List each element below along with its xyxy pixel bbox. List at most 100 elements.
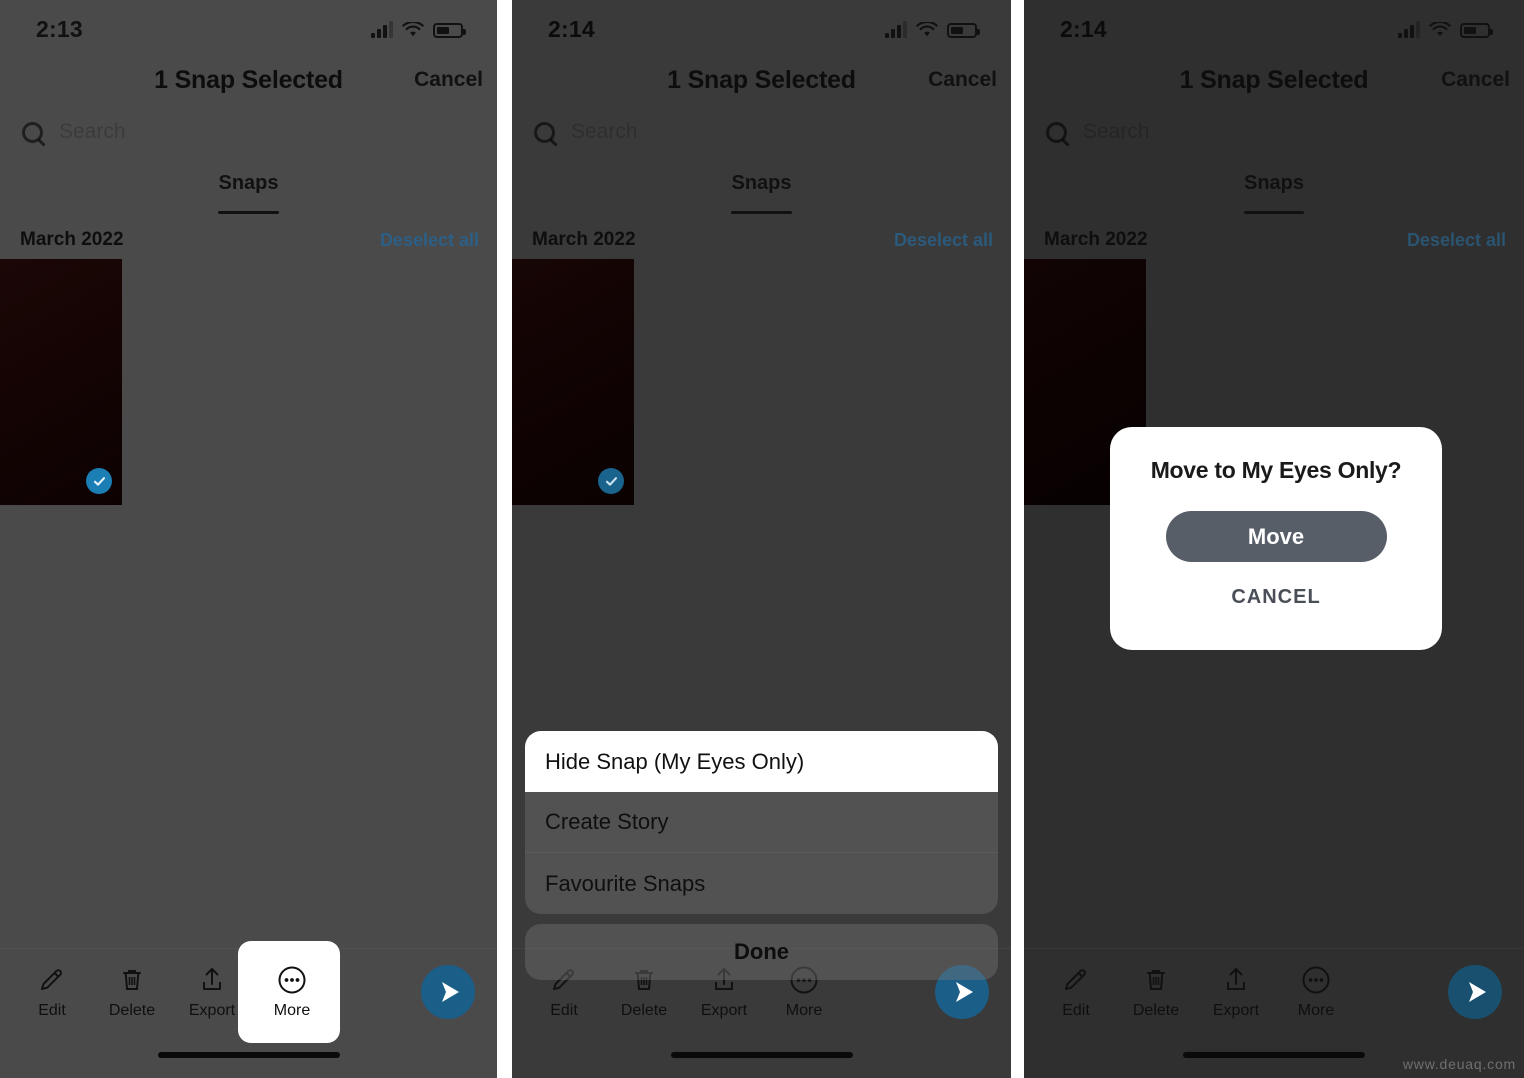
search-input[interactable]: Search [571, 120, 638, 144]
action-hide-snap[interactable]: Hide Snap (My Eyes Only) [525, 731, 998, 792]
export-label: Export [700, 1002, 748, 1019]
nav-bar: 1 Snap Selected Cancel [0, 58, 497, 102]
upload-icon [197, 963, 227, 997]
send-button[interactable] [1448, 964, 1502, 1019]
screenshot-board: 2:13 1 Snap Selected Cancel Search Snaps… [0, 0, 1524, 1078]
selected-check-icon [598, 468, 624, 494]
edit-button[interactable]: Edit [12, 963, 92, 1020]
delete-button[interactable]: Delete [1116, 963, 1196, 1020]
upload-icon [1221, 963, 1251, 997]
home-indicator [157, 1052, 340, 1058]
edit-label: Edit [550, 1002, 578, 1019]
app-screen: 2:13 1 Snap Selected Cancel Search Snaps… [0, 0, 497, 1078]
action-favourite-snaps[interactable]: Favourite Snaps [525, 853, 998, 914]
trash-icon [1141, 963, 1171, 997]
dialog-cancel-button[interactable]: CANCEL [1231, 586, 1320, 609]
search-bar[interactable]: Search [1024, 110, 1524, 154]
cellular-signal-icon [371, 20, 393, 38]
battery-icon [947, 22, 980, 38]
done-button[interactable]: Done [525, 924, 998, 980]
snap-thumbnail[interactable] [512, 259, 634, 505]
status-clock: 2:13 [36, 15, 83, 42]
site-watermark: www.deuaq.com [1402, 1056, 1516, 1072]
more-label: More [1297, 1002, 1335, 1019]
wifi-icon [402, 21, 424, 38]
status-bar: 2:13 [0, 0, 497, 58]
page-title: 1 Snap Selected [154, 65, 343, 94]
search-bar[interactable]: Search [0, 110, 497, 154]
tab-bar: Snaps [0, 172, 497, 214]
cellular-signal-icon [885, 20, 907, 38]
tab-bar: Snaps [512, 172, 1011, 214]
more-button[interactable]: More [252, 963, 332, 1020]
cellular-signal-icon [1398, 20, 1420, 38]
search-bar[interactable]: Search [512, 110, 1011, 154]
dialog-move-button[interactable]: Move [1165, 511, 1387, 562]
cancel-button[interactable]: Cancel [928, 68, 997, 92]
send-button[interactable] [421, 964, 475, 1019]
month-label: March 2022 [532, 229, 636, 250]
snap-thumbnail[interactable] [0, 259, 122, 505]
bottom-toolbar: Edit Delete Export More [0, 941, 497, 1043]
deselect-all-button[interactable]: Deselect all [894, 230, 993, 251]
snap-grid [0, 259, 497, 505]
dialog-title: Move to My Eyes Only? [1150, 457, 1402, 483]
status-bar: 2:14 [512, 0, 1011, 58]
search-icon [22, 121, 43, 143]
wifi-icon [916, 21, 938, 38]
send-arrow-icon [1468, 981, 1486, 1002]
tab-snaps[interactable]: Snaps [218, 172, 279, 214]
pencil-icon [1061, 963, 1091, 997]
page-title: 1 Snap Selected [1179, 65, 1369, 94]
panel-gap-1 [497, 0, 512, 1078]
nav-bar: 1 Snap Selected Cancel [1024, 58, 1524, 102]
cancel-button[interactable]: Cancel [1441, 68, 1510, 92]
selected-check-icon [86, 468, 112, 494]
status-clock: 2:14 [1060, 15, 1107, 42]
status-icons [1398, 20, 1493, 38]
delete-button[interactable]: Delete [92, 963, 172, 1020]
edit-button[interactable]: Edit [1036, 963, 1116, 1020]
search-input[interactable]: Search [1083, 120, 1150, 144]
page-title: 1 Snap Selected [667, 65, 856, 94]
delete-label: Delete [108, 1002, 156, 1019]
export-button[interactable]: Export [172, 963, 252, 1020]
delete-label: Delete [620, 1002, 668, 1019]
month-header: March 2022 Deselect all [0, 226, 497, 254]
search-input[interactable]: Search [59, 120, 126, 144]
status-icons [371, 20, 466, 38]
action-sheet-list: Hide Snap (My Eyes Only) Create Story Fa… [525, 731, 998, 914]
deselect-all-button[interactable]: Deselect all [1407, 230, 1506, 251]
month-label: March 2022 [20, 229, 124, 250]
trash-icon [117, 963, 147, 997]
more-button[interactable]: More [1276, 963, 1356, 1020]
phone-panel-action-sheet: 2:14 1 Snap Selected Cancel Search Snaps… [512, 0, 1011, 1078]
status-bar: 2:14 [1024, 0, 1524, 58]
confirm-dialog: Move to My Eyes Only? Move CANCEL [1110, 427, 1442, 650]
more-label: More [273, 1002, 311, 1019]
action-create-story[interactable]: Create Story [525, 792, 998, 853]
export-button[interactable]: Export [1196, 963, 1276, 1020]
action-sheet: Hide Snap (My Eyes Only) Create Story Fa… [525, 731, 998, 980]
battery-icon [433, 22, 466, 38]
tab-snaps[interactable]: Snaps [1243, 172, 1305, 214]
more-label: More [785, 1002, 823, 1019]
status-icons [885, 20, 980, 38]
app-screen: 2:14 1 Snap Selected Cancel Search Snaps… [512, 0, 1011, 1078]
search-icon [1046, 121, 1067, 143]
deselect-all-button[interactable]: Deselect all [380, 230, 479, 251]
export-label: Export [188, 1002, 236, 1019]
month-label: March 2022 [1044, 229, 1148, 250]
tab-bar: Snaps [1024, 172, 1524, 214]
cancel-button[interactable]: Cancel [414, 68, 483, 92]
wifi-icon [1429, 21, 1451, 38]
search-icon [534, 121, 555, 143]
delete-label: Delete [1132, 1002, 1180, 1019]
export-label: Export [1212, 1002, 1260, 1019]
tab-snaps[interactable]: Snaps [731, 172, 792, 214]
ellipsis-circle-icon [276, 963, 308, 997]
month-header: March 2022 Deselect all [1024, 226, 1524, 254]
send-arrow-icon [955, 981, 973, 1002]
pencil-icon [37, 963, 67, 997]
phone-panel-confirm-dialog: 2:14 1 Snap Selected Cancel Search Snaps… [1024, 0, 1524, 1078]
